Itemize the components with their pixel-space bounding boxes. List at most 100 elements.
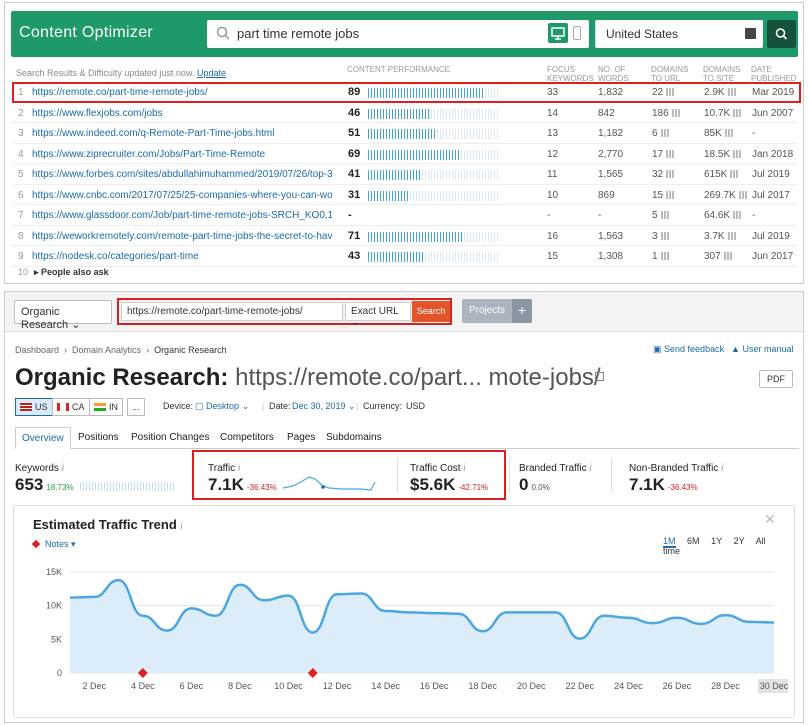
row-url-link[interactable]: https://www.cnbc.com/2017/07/25/25-compa… bbox=[32, 190, 332, 201]
breadcrumb: Dashboard › Domain Analytics › Organic R… bbox=[15, 345, 227, 355]
x-tick-label: 26 Dec bbox=[663, 681, 692, 691]
projects-button[interactable]: Projects bbox=[462, 299, 512, 323]
table-row: 9 https://nodesk.co/categories/part-time 4… bbox=[12, 246, 797, 267]
update-link[interactable]: Update bbox=[197, 68, 226, 78]
date-select[interactable]: Dec 30, 2019 ⌄ bbox=[292, 401, 356, 412]
close-icon[interactable]: ✕ bbox=[764, 511, 776, 528]
bar-chart-icon bbox=[730, 170, 739, 178]
row-date-published: Jun 2017 bbox=[752, 251, 794, 262]
notes-toggle[interactable]: Notes ▾ bbox=[31, 539, 76, 550]
row-domains-to-url: 32 bbox=[652, 169, 675, 180]
metric-traffic[interactable]: Traffic i 7.1K -36.43% bbox=[208, 463, 376, 495]
col-content-performance: CONTENT PERFORMANCE bbox=[347, 65, 450, 74]
row-domains-to-url: 3 bbox=[652, 231, 669, 242]
period-selector: 1M 6M 1Y 2Y All time bbox=[663, 536, 794, 556]
metric-keywords[interactable]: Keywords i 653 18.73% bbox=[15, 463, 176, 495]
row-date-published: Jul 2019 bbox=[752, 169, 790, 180]
row-url-link[interactable]: https://www.forbes.com/sites/abdullahimu… bbox=[32, 169, 332, 180]
traffic-trend-chart[interactable]: 0 5K 10K 15K 2 Dec 4 Dec 6 Dec 8 Dec 10 Dec 12 De… bbox=[14, 558, 794, 718]
row-rank: 4 bbox=[18, 148, 24, 160]
db-in-button[interactable]: IN bbox=[89, 398, 123, 416]
x-tick-label: 2 Dec bbox=[83, 681, 107, 691]
desktop-icon[interactable] bbox=[548, 23, 568, 43]
keyword-search-value: part time remote jobs bbox=[237, 26, 360, 41]
user-manual-link[interactable]: ▲ User manual bbox=[731, 344, 793, 354]
col-domains-site: DOMAINS TO SITE bbox=[703, 65, 741, 83]
external-link-icon[interactable] bbox=[595, 372, 604, 381]
us-flag-icon bbox=[20, 403, 32, 411]
tab-pages[interactable]: Pages bbox=[287, 432, 315, 443]
tab-competitors[interactable]: Competitors bbox=[220, 432, 274, 443]
bar-chart-icon bbox=[660, 129, 669, 137]
breadcrumb-dashboard[interactable]: Dashboard bbox=[15, 345, 59, 355]
row-url-link[interactable]: https://www.indeed.com/q-Remote-Part-Tim… bbox=[32, 128, 332, 139]
graduation-cap-icon: ▲ bbox=[731, 344, 740, 354]
device-label: Device: bbox=[163, 401, 194, 411]
search-button[interactable]: Search bbox=[412, 301, 450, 322]
bar-chart-icon bbox=[666, 170, 675, 178]
row-date-published: - bbox=[752, 128, 756, 139]
row-domains-to-site: 64.6K bbox=[704, 210, 742, 221]
row-url-link[interactable]: https://www.glassdoor.com/Job/part-time-… bbox=[32, 210, 332, 221]
row-focus-keywords: 15 bbox=[547, 251, 559, 262]
x-tick-label: 22 Dec bbox=[566, 681, 595, 691]
row-date-published: Jun 2007 bbox=[752, 107, 794, 119]
table-row: 6 https://www.cnbc.com/2017/07/25/25-comp… bbox=[12, 185, 797, 205]
pdf-export-button[interactable]: PDF bbox=[759, 370, 793, 388]
period-6m[interactable]: 6M bbox=[687, 536, 700, 546]
row-url-link[interactable]: https://nodesk.co/categories/part-time bbox=[32, 251, 332, 262]
send-feedback-link[interactable]: ▣ Send feedback bbox=[653, 344, 724, 355]
row-score: 31 bbox=[348, 188, 361, 201]
device-select[interactable]: ▢ Desktop ⌄ bbox=[195, 401, 249, 412]
keyword-search-input[interactable]: part time remote jobs bbox=[207, 20, 589, 48]
device-toggle[interactable] bbox=[547, 23, 589, 45]
row-word-count: 1,308 bbox=[598, 251, 624, 262]
x-tick-label: 10 Dec bbox=[274, 681, 303, 691]
page-title-url: https://remote.co/part... mote-jobs/ bbox=[235, 364, 601, 391]
row-domains-to-site: 3.7K bbox=[704, 231, 736, 242]
country-value: United States bbox=[606, 27, 679, 41]
table-row: 7 https://www.glassdoor.com/Job/part-time… bbox=[12, 205, 797, 226]
row-domains-to-site: 10.7K bbox=[704, 108, 742, 119]
bar-chart-icon bbox=[671, 108, 680, 117]
row-url-link[interactable]: https://www.flexjobs.com/jobs bbox=[32, 108, 332, 119]
url-input[interactable]: https://remote.co/part-time-remote-jobs/ bbox=[121, 302, 343, 321]
y-tick-label: 15K bbox=[46, 567, 62, 577]
country-select[interactable]: United States bbox=[595, 20, 763, 48]
keywords-sparkline bbox=[80, 482, 176, 491]
tab-subdomains[interactable]: Subdomains bbox=[326, 432, 382, 443]
mobile-icon[interactable] bbox=[573, 26, 581, 40]
report-select[interactable]: Organic Research ⌄ bbox=[14, 300, 112, 331]
match-mode-select[interactable]: Exact URL ⌄ bbox=[345, 302, 411, 328]
content-optimizer-title: Content Optimizer bbox=[19, 24, 154, 41]
more-db-button[interactable]: ... bbox=[127, 398, 145, 416]
tab-overview[interactable]: Overview bbox=[15, 427, 71, 449]
col-date-published: DATE PUBLISHED bbox=[751, 65, 797, 83]
table-row: 5 https://www.forbes.com/sites/abdullahim… bbox=[12, 164, 797, 185]
row-word-count: 1,563 bbox=[598, 230, 624, 242]
x-tick-label: 18 Dec bbox=[468, 681, 497, 691]
row-score: - bbox=[348, 209, 352, 221]
tab-position-changes[interactable]: Position Changes bbox=[131, 432, 209, 443]
tab-positions[interactable]: Positions bbox=[78, 432, 119, 443]
x-tick-label: 6 Dec bbox=[180, 681, 204, 691]
period-2y[interactable]: 2Y bbox=[734, 536, 745, 546]
people-also-ask-row[interactable]: 10 ▸ People also ask bbox=[18, 267, 109, 278]
content-optimizer-header: Content Optimizer part time remote jobs … bbox=[11, 11, 798, 57]
search-button[interactable] bbox=[767, 20, 796, 48]
y-tick-label: 5K bbox=[51, 634, 62, 644]
metric-branded-traffic[interactable]: Branded Traffic i 0 0.0% bbox=[519, 463, 592, 495]
db-ca-button[interactable]: CA bbox=[52, 398, 90, 416]
metric-non-branded-traffic[interactable]: Non-Branded Traffic i 7.1K -36.43% bbox=[629, 463, 723, 495]
db-us-button[interactable]: US bbox=[15, 398, 53, 416]
row-url-link[interactable]: https://weworkremotely.com/remote-part-t… bbox=[32, 231, 332, 242]
table-row: 2 https://www.flexjobs.com/jobs 46 14 842 186… bbox=[12, 103, 797, 123]
add-project-button[interactable]: + bbox=[512, 299, 532, 323]
row-url-link[interactable]: https://www.ziprecruiter.com/Jobs/Part-T… bbox=[32, 149, 332, 160]
breadcrumb-domain-analytics[interactable]: Domain Analytics bbox=[72, 345, 141, 355]
row-focus-keywords: - bbox=[547, 210, 551, 221]
metric-traffic-cost[interactable]: Traffic Cost i $5.6K -42.71% bbox=[410, 463, 488, 495]
row-score: 69 bbox=[348, 147, 361, 160]
period-1y[interactable]: 1Y bbox=[711, 536, 722, 546]
bar-chart-icon bbox=[660, 211, 669, 219]
